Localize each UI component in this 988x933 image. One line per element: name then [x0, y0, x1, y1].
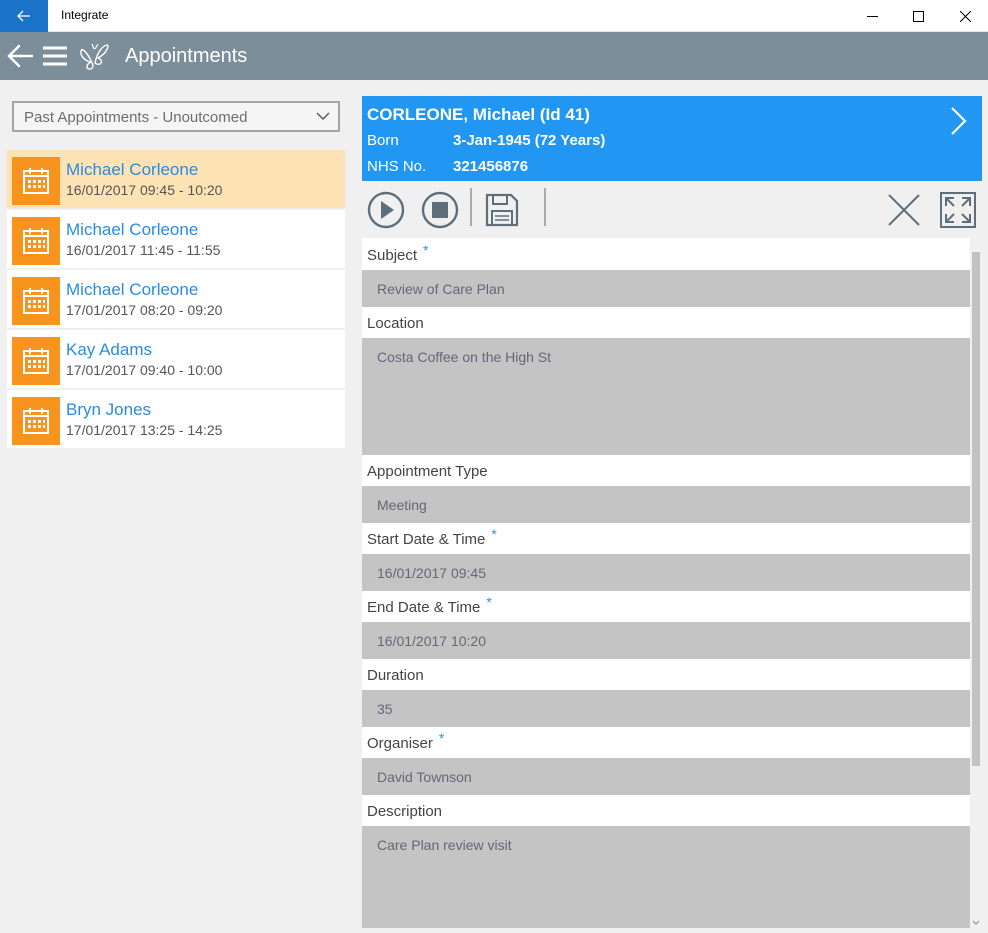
appointment-filter-dropdown[interactable]: Past Appointments - Unoutcomed — [12, 101, 340, 132]
maximize-icon — [912, 10, 924, 22]
subject-field[interactable]: Review of Care Plan — [362, 270, 970, 307]
calendar-icon — [12, 277, 60, 325]
subject-label: Subject * — [367, 242, 429, 264]
appointment-list: Michael Corleone 16/01/2017 09:45 - 10:2… — [7, 150, 345, 450]
appointment-list-item[interactable]: Kay Adams 17/01/2017 09:40 - 10:00 — [7, 330, 345, 388]
appointment-time: 17/01/2017 09:40 - 10:00 — [66, 362, 223, 378]
subject-value: Review of Care Plan — [377, 281, 505, 297]
hamburger-menu-icon — [43, 46, 67, 66]
description-field[interactable]: Care Plan review visit — [362, 826, 970, 928]
appointment-time: 17/01/2017 08:20 - 09:20 — [66, 302, 223, 318]
chevron-down-icon — [316, 112, 330, 120]
start-button[interactable] — [364, 188, 408, 232]
start-datetime-label: Start Date & Time * — [367, 526, 497, 548]
save-button[interactable] — [480, 188, 524, 232]
maximize-button[interactable] — [895, 0, 941, 32]
chevron-down-icon[interactable] — [972, 920, 980, 926]
duration-label: Duration — [367, 667, 424, 684]
back-button[interactable] — [4, 32, 36, 80]
born-label: Born — [367, 132, 399, 149]
form-scrollbar[interactable] — [970, 238, 982, 928]
end-datetime-label: End Date & Time * — [367, 594, 492, 616]
calendar-icon — [12, 337, 60, 385]
appointment-type-value: Meeting — [377, 497, 427, 513]
filter-selected-value: Past Appointments - Unoutcomed — [24, 109, 248, 126]
organiser-field[interactable]: David Townson — [362, 758, 970, 795]
appointment-time: 16/01/2017 09:45 - 10:20 — [66, 182, 223, 198]
appointment-list-item[interactable]: Michael Corleone 16/01/2017 09:45 - 10:2… — [7, 150, 345, 208]
patient-banner[interactable]: CORLEONE, Michael (Id 41) Born 3-Jan-194… — [362, 96, 982, 181]
organiser-label: Organiser * — [367, 730, 445, 752]
required-marker: * — [486, 594, 492, 610]
organiser-value: David Townson — [377, 769, 472, 785]
description-value: Care Plan review visit — [377, 837, 512, 853]
appointment-name: Kay Adams — [66, 340, 152, 359]
toolbar-divider — [544, 188, 546, 226]
calendar-icon — [12, 397, 60, 445]
appointment-name: Bryn Jones — [66, 400, 152, 419]
appointment-list-item[interactable]: Michael Corleone 16/01/2017 11:45 - 11:5… — [7, 210, 345, 268]
appointment-name: Michael Corleone — [66, 220, 199, 239]
nhs-label: NHS No. — [367, 158, 427, 175]
end-datetime-value: 16/01/2017 10:20 — [377, 633, 486, 649]
butterfly-logo-icon — [76, 32, 112, 80]
close-window-button[interactable] — [942, 0, 988, 32]
close-icon — [959, 10, 971, 22]
play-icon — [367, 191, 405, 229]
required-marker: * — [438, 730, 445, 746]
appointment-name: Michael Corleone — [66, 280, 199, 299]
calendar-icon — [12, 217, 60, 265]
description-label: Description — [367, 803, 443, 820]
menu-button[interactable] — [40, 32, 70, 80]
appointment-time: 16/01/2017 11:45 - 11:55 — [66, 242, 221, 258]
save-icon — [485, 193, 519, 227]
calendar-icon — [12, 157, 60, 205]
appointment-time: 17/01/2017 13:25 - 14:25 — [66, 422, 223, 438]
nhs-value: 321456876 — [453, 158, 529, 175]
app-header: Appointments — [0, 32, 988, 80]
expand-icon — [940, 192, 976, 228]
cancel-button[interactable] — [882, 188, 926, 232]
window-title: Integrate — [61, 8, 109, 22]
stop-icon — [421, 191, 459, 229]
chevron-right-icon[interactable] — [950, 106, 968, 136]
appointment-name: Michael Corleone — [66, 160, 199, 179]
location-field[interactable]: Costa Coffee on the High St — [362, 338, 970, 455]
appointment-type-label: Appointment Type — [367, 463, 488, 480]
born-value: 3-Jan-1945 (72 Years) — [453, 132, 606, 149]
scrollbar-thumb[interactable] — [972, 252, 980, 766]
minimize-icon — [866, 15, 878, 17]
required-marker: * — [423, 242, 429, 258]
appointment-form: Subject * Review of Care Plan Location Co… — [362, 238, 970, 928]
page-title: Appointments — [125, 45, 248, 67]
arrow-left-icon — [17, 10, 30, 22]
stop-button[interactable] — [418, 188, 462, 232]
close-icon — [888, 194, 920, 226]
arrow-left-icon — [7, 44, 33, 68]
start-datetime-field[interactable]: 16/01/2017 09:45 — [362, 554, 970, 591]
location-label: Location — [367, 315, 424, 332]
end-datetime-field[interactable]: 16/01/2017 10:20 — [362, 622, 970, 659]
required-marker: * — [491, 526, 497, 542]
duration-field[interactable]: 35 — [362, 690, 970, 727]
start-datetime-value: 16/01/2017 09:45 — [377, 565, 486, 581]
expand-button[interactable] — [936, 188, 980, 232]
appointment-toolbar — [362, 184, 982, 234]
minimize-button[interactable] — [849, 0, 895, 32]
appointment-list-item[interactable]: Michael Corleone 17/01/2017 08:20 - 09:2… — [7, 270, 345, 328]
window-titlebar: Integrate — [0, 0, 988, 32]
location-value: Costa Coffee on the High St — [377, 349, 552, 365]
patient-name: CORLEONE, Michael (Id 41) — [367, 105, 590, 124]
toolbar-divider — [470, 188, 472, 226]
appointment-type-field[interactable]: Meeting — [362, 486, 970, 523]
window-back-button[interactable] — [0, 0, 48, 32]
duration-value: 35 — [377, 701, 393, 717]
appointment-list-item[interactable]: Bryn Jones 17/01/2017 13:25 - 14:25 — [7, 390, 345, 448]
